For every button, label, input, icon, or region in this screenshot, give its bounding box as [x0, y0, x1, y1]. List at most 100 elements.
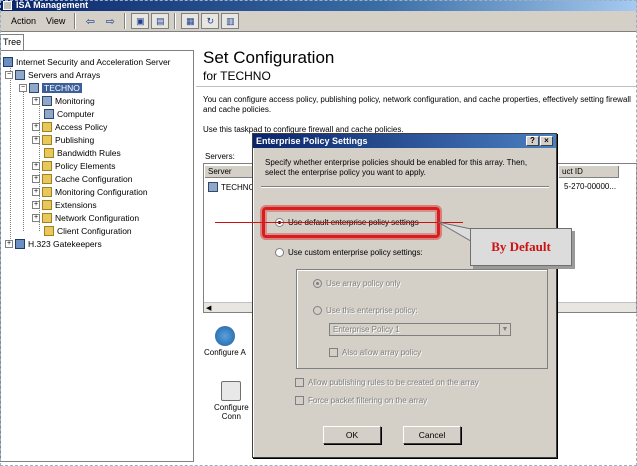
tree-item-network-configuration[interactable]: + Network Configuration [32, 212, 139, 224]
gatekeeper-icon [15, 239, 25, 249]
expand-icon[interactable]: + [5, 240, 13, 248]
window-title: ISA Management [16, 0, 89, 10]
tree-connector [10, 63, 11, 243]
radio-use-custom[interactable]: Use custom enterprise policy settings: [275, 248, 423, 257]
radio-this-enterprise-policy[interactable]: Use this enterprise policy: [313, 306, 418, 315]
toolbar: Action View ⇦ ⇨ ▣ ▤ ▦ ↻ ▥ [0, 11, 637, 32]
back-arrow-icon[interactable]: ⇦ [81, 13, 99, 29]
folder-icon [42, 200, 52, 210]
computer-icon [29, 83, 39, 93]
divider [261, 186, 549, 188]
app-icon [3, 1, 12, 10]
tree-item-client-configuration[interactable]: Client Configuration [44, 225, 132, 237]
checkbox[interactable] [295, 378, 304, 387]
show-tree-icon[interactable]: ▤ [151, 13, 170, 29]
forward-arrow-icon[interactable]: ⇨ [101, 13, 119, 29]
task-configure-connection[interactable]: Configure Conn [214, 381, 249, 421]
close-icon[interactable]: × [540, 136, 553, 146]
page-title: Set Configuration [203, 48, 335, 67]
enterprise-policy-dialog: Enterprise Policy Settings ? × Specify w… [252, 133, 557, 458]
properties-icon[interactable]: ▦ [181, 13, 200, 29]
checkbox[interactable] [329, 348, 338, 357]
tree-item-root[interactable]: Internet Security and Acceleration Serve… [3, 56, 171, 68]
folder-icon [42, 135, 52, 145]
radio-array-policy-only[interactable]: Use array policy only [313, 279, 400, 288]
computer-icon [44, 109, 54, 119]
folder-icon [42, 187, 52, 197]
monitoring-icon [42, 96, 52, 106]
radio-button[interactable] [313, 279, 322, 288]
tree-item-access-policy[interactable]: + Access Policy [32, 121, 107, 133]
menu-view[interactable]: View [41, 16, 70, 26]
help-icon[interactable]: ▥ [221, 13, 240, 29]
dialog-description: Specify whether enterprise policies shou… [265, 158, 528, 177]
toolbar-separator [174, 13, 177, 29]
ok-button[interactable]: OK [323, 426, 381, 444]
page-subtitle: for TECHNO [203, 69, 271, 83]
tree-item-policy-elements[interactable]: + Policy Elements [32, 160, 115, 172]
table-row[interactable]: TECHNO [208, 182, 255, 192]
cancel-button[interactable]: Cancel [403, 426, 461, 444]
scroll-left-icon[interactable]: ◀ [206, 304, 211, 312]
document-icon [221, 381, 242, 401]
servers-label: Servers: [205, 152, 235, 161]
tree-item-monitoring-configuration[interactable]: + Monitoring Configuration [32, 186, 148, 198]
folder-icon [42, 174, 52, 184]
server-icon [208, 182, 218, 192]
expand-icon[interactable]: + [32, 162, 40, 170]
enterprise-policy-select[interactable]: Enterprise Policy 1 ▼ [329, 323, 511, 336]
up-folder-icon[interactable]: ▣ [131, 13, 150, 29]
expand-icon[interactable]: + [32, 175, 40, 183]
folder-icon [42, 213, 52, 223]
expand-icon[interactable]: + [32, 136, 40, 144]
server-icon [3, 57, 13, 67]
servers-icon [15, 70, 25, 80]
tree-item-gatekeepers[interactable]: + H.323 Gatekeepers [5, 238, 102, 250]
column-header-product-id[interactable]: uct ID [559, 166, 619, 178]
divider [196, 86, 637, 87]
expand-icon[interactable]: + [32, 214, 40, 222]
collapse-icon[interactable]: − [19, 84, 27, 92]
tree-connector [23, 87, 24, 231]
page-description: You can configure access policy, publish… [203, 95, 631, 114]
expand-icon[interactable]: + [32, 123, 40, 131]
tree-item-bandwidth-rules[interactable]: Bandwidth Rules [44, 147, 121, 159]
dialog-title-bar[interactable]: Enterprise Policy Settings ? × [253, 134, 556, 148]
tree-item-computer[interactable]: Computer [44, 108, 94, 120]
toolbar-separator [124, 13, 127, 29]
row-server: TECHNO [221, 182, 255, 192]
folder-icon [42, 122, 52, 132]
chevron-down-icon[interactable]: ▼ [499, 324, 510, 335]
annotation-highlight [262, 207, 440, 238]
expand-icon[interactable]: + [32, 97, 40, 105]
check-allow-publishing[interactable]: Allow publishing rules to be created on … [295, 378, 479, 387]
tree-item-cache-configuration[interactable]: + Cache Configuration [32, 173, 133, 185]
radio-button[interactable] [275, 248, 284, 257]
toolbar-separator [74, 13, 77, 29]
tree-item-servers-arrays[interactable]: − Servers and Arrays [5, 69, 100, 81]
menu-action[interactable]: Action [6, 16, 41, 26]
globe-icon [214, 326, 235, 346]
window-title-bar: ISA Management [0, 0, 637, 11]
tree-item-publishing[interactable]: + Publishing [32, 134, 94, 146]
folder-icon [44, 226, 54, 236]
tree-pane: Internet Security and Acceleration Serve… [0, 50, 194, 462]
tab-tree[interactable]: Tree [0, 34, 24, 50]
row-product-id: 5-270-00000... [564, 182, 617, 191]
folder-icon [42, 161, 52, 171]
checkbox[interactable] [295, 396, 304, 405]
check-force-filtering[interactable]: Force packet filtering on the array [295, 396, 427, 405]
tree-item-techno[interactable]: − TECHNO [19, 82, 82, 94]
task-configure-access[interactable]: Configure A [204, 326, 246, 357]
expand-icon[interactable]: + [32, 188, 40, 196]
radio-button[interactable] [313, 306, 322, 315]
dialog-title: Enterprise Policy Settings [256, 136, 368, 146]
annotation-callout: By Default [470, 228, 572, 266]
tree-item-extensions[interactable]: + Extensions [32, 199, 97, 211]
collapse-icon[interactable]: − [5, 71, 13, 79]
expand-icon[interactable]: + [32, 201, 40, 209]
tree-item-monitoring[interactable]: + Monitoring [32, 95, 95, 107]
check-also-allow[interactable]: Also allow array policy [329, 348, 421, 357]
refresh-icon[interactable]: ↻ [201, 13, 220, 29]
help-icon[interactable]: ? [526, 136, 539, 146]
